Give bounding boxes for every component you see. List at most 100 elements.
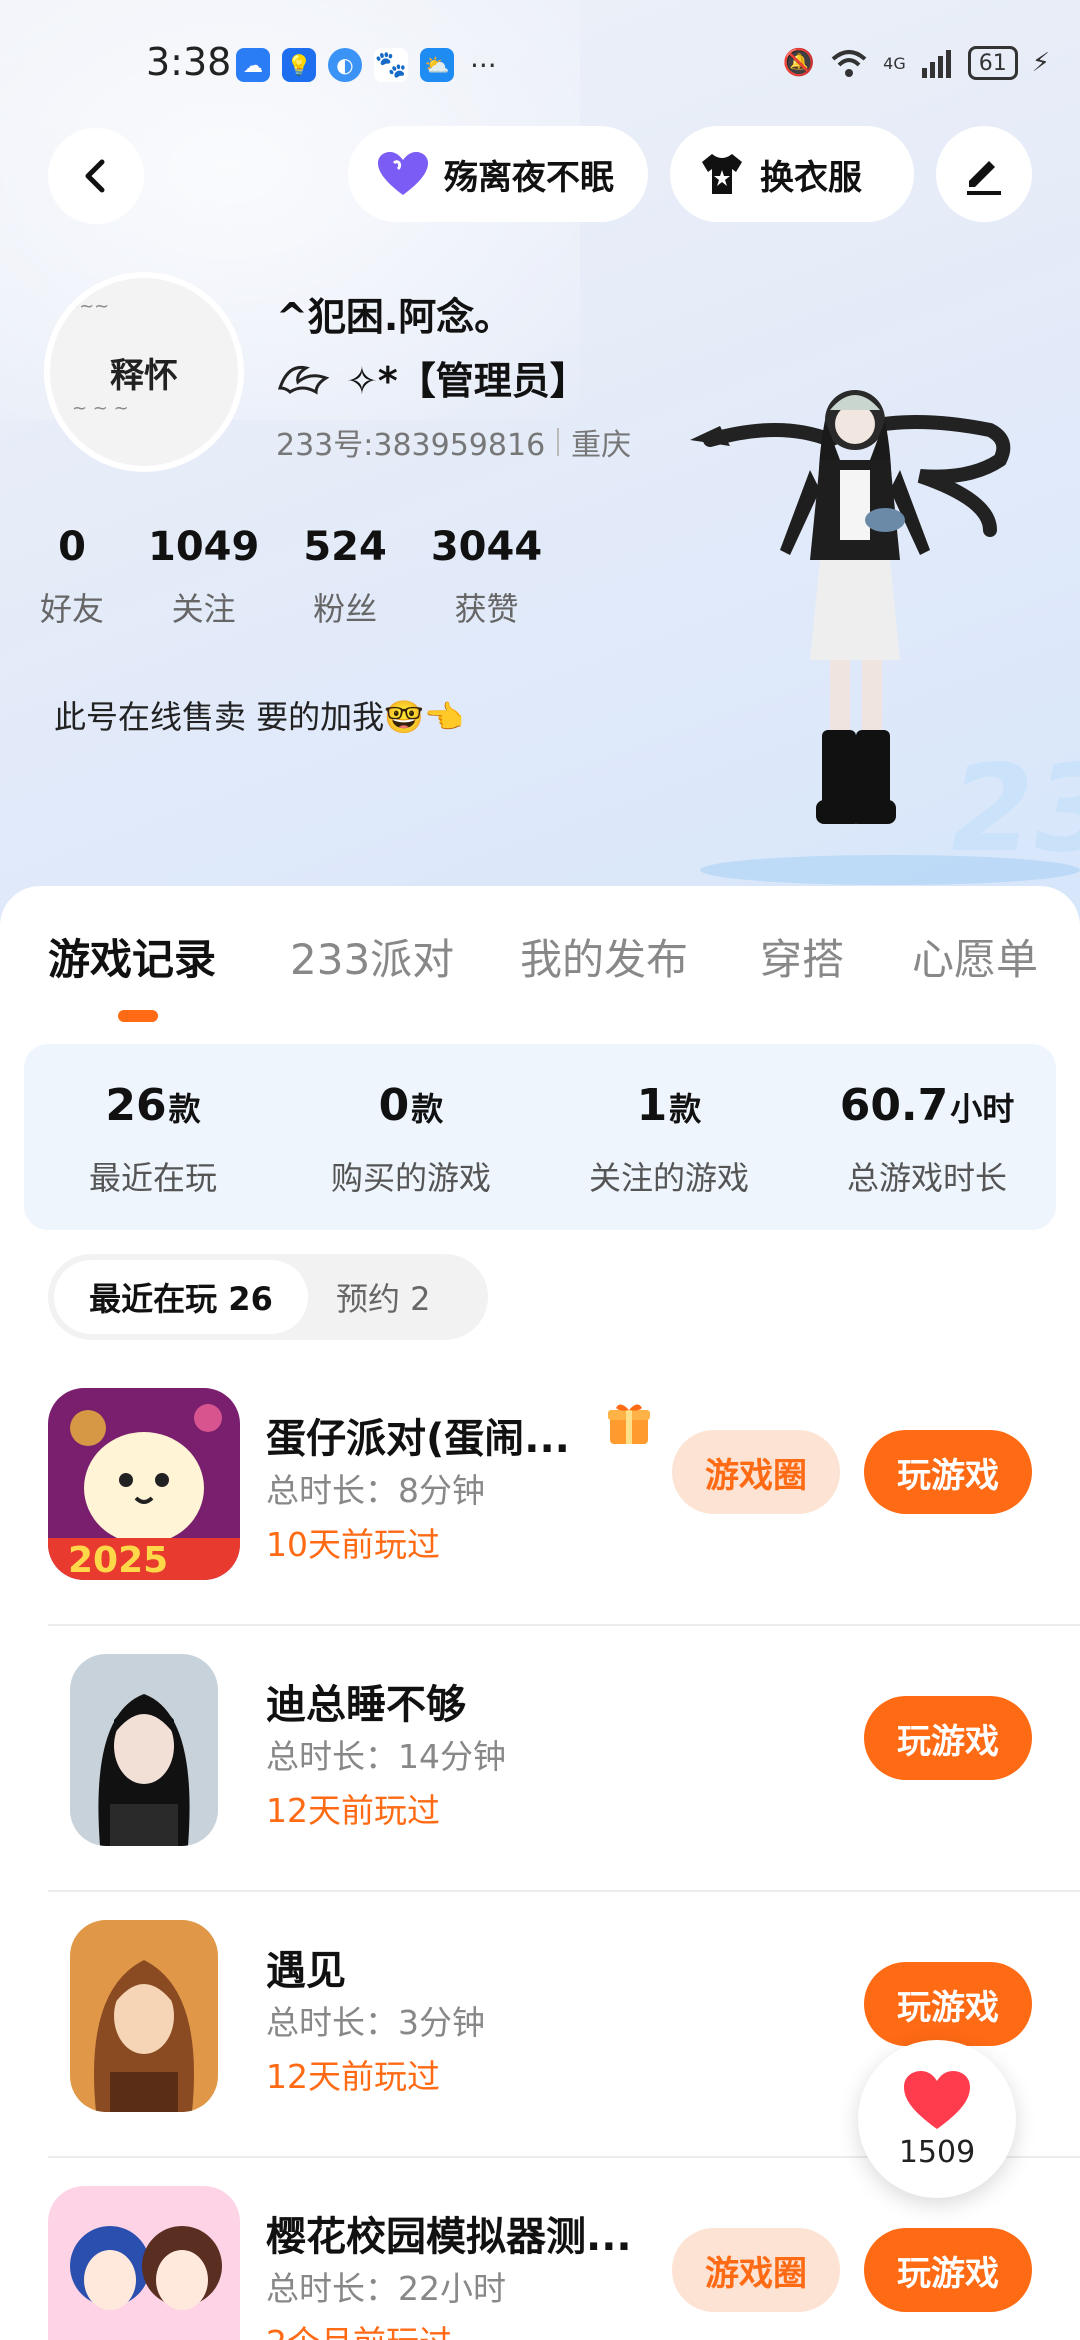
bio: 此号在线售卖 要的加我🤓👈 (54, 698, 464, 736)
chevron-left-icon (85, 159, 105, 193)
nickname: ^犯困.阿念。 (276, 295, 513, 339)
summary-number: 60.7 (839, 1080, 949, 1131)
avatar-scribble: ~ ~ ~ (72, 398, 129, 419)
like-count: 1509 (898, 2134, 976, 2170)
summary-label: 最近在玩 (88, 1159, 217, 1197)
location: 重庆 (571, 428, 632, 463)
game-name: 迪总睡不够 (266, 1682, 466, 1728)
play-game-button[interactable]: 玩游戏 (864, 2228, 1032, 2312)
heart-icon (904, 2070, 970, 2129)
more-notifications-icon: ··· (470, 48, 497, 82)
stat-friends[interactable]: 0 好友 (40, 524, 104, 630)
change-clothes-button[interactable]: 换衣服 (670, 126, 914, 222)
profile-stats: 0 好友 1049 关注 524 粉丝 3044 获赞 (40, 524, 586, 630)
battery-level: 61 (978, 50, 1007, 76)
status-time: 3:38 (146, 40, 232, 84)
weather-app-icon: ⛅ (420, 48, 454, 82)
game-circle-button[interactable]: 游戏圈 (672, 2228, 840, 2312)
tab-233-party[interactable]: 233派对 (290, 926, 454, 987)
battery-indicator: 61 (967, 46, 1018, 80)
like-floating-button[interactable]: 1509 (858, 2040, 1016, 2198)
edit-pen-icon (967, 161, 1001, 195)
stat-number: 1049 (148, 524, 260, 570)
tab-wishlist[interactable]: 心愿单 (912, 926, 1038, 987)
stat-number: 524 (303, 524, 387, 570)
summary-purchased[interactable]: 0款 购买的游戏 (282, 1044, 540, 1230)
game-row[interactable]: 迪总睡不够 总时长：14分钟 12天前玩过 玩游戏 (0, 1626, 1080, 1892)
stat-label: 粉丝 (313, 590, 378, 628)
stat-label: 关注 (171, 590, 236, 628)
stat-following[interactable]: 1049 关注 (148, 524, 259, 630)
globe-app-icon: ◐ (328, 48, 362, 82)
tshirt-icon (702, 154, 742, 194)
stat-label: 好友 (40, 590, 105, 628)
game-icon-dizong[interactable] (70, 1654, 218, 1846)
summary-recent[interactable]: 26款 最近在玩 (24, 1044, 282, 1230)
edit-profile-button[interactable] (936, 126, 1032, 222)
cloud-app-icon: ☁ (236, 48, 270, 82)
game-duration: 总时长：22小时 (266, 2269, 506, 2308)
game-name: 遇见 (266, 1948, 346, 1994)
profile-tabs: 游戏记录 233派对 我的发布 穿搭 心愿单 (0, 926, 1080, 1006)
uid-line: 233号:383959816 重庆 (276, 420, 631, 464)
stat-likes[interactable]: 3044 获赞 (431, 524, 542, 630)
game-subtabs: 最近在玩 26 预约 2 (48, 1254, 488, 1340)
game-icon-encounter[interactable] (70, 1920, 218, 2112)
summary-unit: 款 (411, 1090, 444, 1128)
network-type: 4G (883, 53, 906, 73)
game-circle-button[interactable]: 游戏圈 (672, 1430, 840, 1514)
game-name: 蛋仔派对(蛋闹... (266, 1416, 570, 1462)
summary-unit: 小时 (950, 1090, 1015, 1128)
user-id: 233号:383959816 (276, 428, 546, 463)
subtab-reserve[interactable]: 预约 2 (308, 1260, 459, 1334)
stat-fans[interactable]: 524 粉丝 (303, 524, 387, 630)
profile-hero: 3:38 ☁ 💡 ◐ 🐾 ⛅ ··· 🔕 4G 61 ⚡ 殇离夜不眠 换衣服 ~… (0, 0, 1080, 930)
back-button[interactable] (48, 128, 144, 224)
game-last-played: 10天前玩过 (266, 1525, 440, 1564)
avatar[interactable]: ~~~ ~ ~ ~ 释怀 (44, 272, 244, 472)
game-duration: 总时长：8分钟 (266, 1471, 485, 1510)
game-name: 樱花校园模拟器测... (266, 2214, 632, 2260)
summary-number: 26 (105, 1080, 167, 1131)
game-icon-sakura-school[interactable] (48, 2186, 240, 2340)
summary-unit: 款 (669, 1090, 702, 1128)
active-tab-indicator (118, 1010, 158, 1022)
stat-number: 3044 (430, 524, 543, 570)
summary-unit: 款 (168, 1090, 201, 1128)
game-duration: 总时长：14分钟 (266, 1737, 506, 1776)
role-badge: ✧*【管理员】 (276, 350, 588, 405)
game-duration: 总时长：3分钟 (266, 2003, 485, 2042)
svg-text:2025: 2025 (68, 1540, 168, 1580)
game-last-played: 12天前玩过 (266, 2057, 440, 2096)
baidu-paw-icon: 🐾 (374, 48, 408, 82)
play-game-button[interactable]: 玩游戏 (864, 1962, 1032, 2046)
guild-pill-button[interactable]: 殇离夜不眠 (348, 126, 648, 222)
stat-number: 0 (58, 524, 86, 570)
play-game-button[interactable]: 玩游戏 (864, 1696, 1032, 1780)
notification-icons: ☁ 💡 ◐ 🐾 ⛅ ··· (236, 48, 497, 82)
heart-badge-icon (378, 152, 428, 195)
avatar-text: 释怀 (110, 355, 178, 396)
avatar-character[interactable] (690, 380, 1020, 860)
uid-divider (557, 428, 560, 456)
game-summary: 26款 最近在玩 0款 购买的游戏 1款 关注的游戏 60.7小时 总游戏时长 (24, 1044, 1056, 1230)
summary-label: 总游戏时长 (846, 1159, 1007, 1197)
summary-label: 购买的游戏 (330, 1159, 491, 1197)
summary-number: 0 (378, 1080, 410, 1131)
tab-game-records[interactable]: 游戏记录 (48, 926, 216, 987)
play-game-button[interactable]: 玩游戏 (864, 1430, 1032, 1514)
status-bar: 3:38 ☁ 💡 ◐ 🐾 ⛅ ··· 🔕 4G 61 ⚡ (0, 0, 1080, 130)
game-icon-eggy-party[interactable]: 2025 (48, 1388, 240, 1580)
summary-followed[interactable]: 1款 关注的游戏 (540, 1044, 798, 1230)
subtab-recent[interactable]: 最近在玩 26 (54, 1260, 308, 1334)
gift-icon[interactable] (606, 1400, 652, 1446)
tab-my-posts[interactable]: 我的发布 (520, 926, 688, 987)
change-clothes-label: 换衣服 (760, 157, 862, 198)
wifi-icon (831, 50, 867, 77)
game-last-played: 12天前玩过 (266, 1791, 440, 1830)
game-row[interactable]: 2025 蛋仔派对(蛋闹... 总时长：8分钟 10天前玩过 游戏圈 玩游戏 (0, 1360, 1080, 1626)
tab-outfits[interactable]: 穿搭 (760, 926, 844, 987)
system-icons: 🔕 4G 61 ⚡ (783, 46, 1050, 80)
role-label: ✧*【管理员】 (346, 359, 588, 403)
summary-playtime[interactable]: 60.7小时 总游戏时长 (798, 1044, 1056, 1230)
